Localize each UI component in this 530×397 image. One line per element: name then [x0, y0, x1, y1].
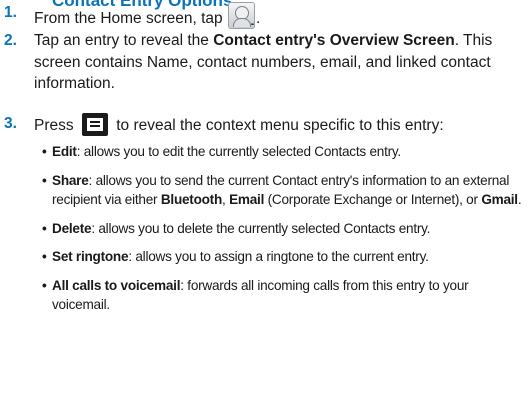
step-1: 1. From the Home screen, tap ▪▪ . [0, 2, 524, 30]
option-desc: : allows you to edit the currently selec… [76, 144, 402, 159]
step-number: 2. [4, 32, 17, 49]
gmail-term: Gmail [481, 192, 518, 207]
bluetooth-term: Bluetooth [160, 192, 223, 207]
step-text: From the Home screen, tap [34, 10, 223, 27]
option-set-ringtone: • Set ringtone: allows you to assign a r… [42, 249, 429, 264]
option-term: All calls to voicemail [52, 277, 181, 293]
step-text: Press [34, 117, 74, 134]
step-text-end: . [255, 10, 261, 27]
menu-key-icon [81, 113, 108, 136]
option-all-calls-to-voicemail: • All calls to voicemail: forwards all i… [42, 277, 469, 313]
contacts-icon: ▪▪ [227, 2, 255, 29]
option-term: Delete [52, 220, 92, 236]
option-term: Edit [52, 144, 77, 159]
step-text-end: to reveal the context menu specific to t… [116, 117, 444, 134]
option-desc: : allows you to delete the currently sel… [91, 220, 431, 236]
context-menu-options: • Edit: allows you to edit the currently… [42, 142, 524, 324]
step-3: 3. Press to reveal the context menu spec… [0, 113, 524, 137]
option-term: Set ringtone [52, 249, 129, 264]
step-2: 2. Tap an entry to reveal the Contact en… [0, 30, 524, 95]
option-desc-end: . [517, 192, 522, 207]
option-desc: : allows you to assign a ringtone to the… [128, 249, 429, 264]
step-text: Tap an entry to reveal the [34, 32, 214, 49]
step-number: 1. [4, 4, 17, 21]
step-number: 3. [4, 115, 17, 132]
option-term: Share [52, 172, 89, 188]
option-edit: • Edit: allows you to edit the currently… [42, 144, 402, 159]
option-desc-mid: (Corporate Exchange or Internet), or [264, 192, 482, 207]
option-share: • Share: allows you to send the current … [42, 172, 522, 208]
overview-screen-term: Contact entry's Overview Screen [213, 32, 455, 49]
email-term: Email [229, 192, 265, 207]
option-delete: • Delete: allows you to delete the curre… [42, 220, 431, 236]
